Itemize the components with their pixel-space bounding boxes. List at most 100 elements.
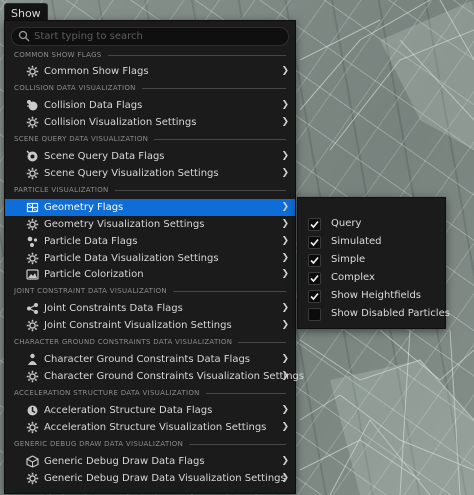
section-header: ACCELERATION STRUCTURE DATA VISUALIZATIO…	[14, 388, 286, 399]
section-header: CHARACTER GROUND CONSTRAINTS DATA VISUAL…	[14, 337, 286, 348]
menu-item[interactable]: Acceleration Structure Data Flags ❯	[5, 402, 295, 419]
section-divider	[206, 393, 286, 394]
submenu-arrow-icon: ❯	[281, 100, 289, 110]
menu-item[interactable]: Particle Colorization ❯	[5, 266, 295, 283]
gear-icon	[26, 167, 39, 180]
submenu-arrow-icon: ❯	[281, 66, 289, 76]
checkbox-label: Query	[331, 218, 362, 229]
checkmark-icon	[310, 238, 319, 247]
menu-item-label: Generic Debug Draw Data Flags	[44, 456, 205, 467]
submenu-arrow-icon: ❯	[281, 473, 289, 483]
checkbox-label: Complex	[331, 272, 375, 283]
section-header: COMMON SHOW FLAGS	[14, 50, 286, 61]
character-icon	[26, 353, 39, 366]
section-header-label: COLLISION DATA VISUALIZATION	[14, 84, 136, 92]
menu-item[interactable]: Geometry Flags ❯	[5, 199, 295, 216]
checkbox-option[interactable]: Complex	[298, 269, 445, 287]
section-divider	[173, 291, 286, 292]
joint-icon	[26, 302, 39, 315]
submenu-arrow-icon: ❯	[281, 405, 289, 415]
search-box[interactable]	[11, 27, 289, 46]
section-header: GENERIC DEBUG DRAW DATA VISUALIZATION	[14, 439, 286, 450]
menu-item[interactable]: Joint Constraint Visualization Settings ❯	[5, 317, 295, 334]
geometry-icon	[26, 201, 39, 214]
gear-icon	[26, 421, 39, 434]
menu-item-label: Particle Colorization	[44, 269, 144, 280]
menu-item[interactable]: Generic Debug Draw Data Flags ❯	[5, 453, 295, 470]
colorization-icon	[26, 268, 39, 281]
show-menu: COMMON SHOW FLAGS Common Show Flags ❯ COLLI…	[4, 20, 304, 494]
checkbox-checked[interactable]	[308, 290, 321, 303]
section-divider	[154, 139, 286, 140]
menu-item[interactable]: Scene Query Visualization Settings ❯	[5, 165, 295, 182]
menu-item-label: Acceleration Structure Data Flags	[44, 405, 213, 416]
checkbox-checked[interactable]	[308, 236, 321, 249]
menu-item[interactable]: Geometry Visualization Settings ❯	[5, 216, 295, 233]
submenu-arrow-icon: ❯	[281, 117, 289, 127]
checkbox-label: Show Disabled Particles	[331, 308, 450, 319]
acceleration-icon	[26, 404, 39, 417]
section-header-label: PARTICLE VISUALIZATION	[14, 186, 109, 194]
debug-draw-icon	[26, 455, 39, 468]
menu-item-label: Geometry Flags	[44, 202, 124, 213]
checkbox-unchecked[interactable]	[308, 308, 321, 321]
submenu-arrow-icon: ❯	[281, 236, 289, 246]
submenu-arrow-icon: ❯	[281, 219, 289, 229]
section-divider	[189, 444, 286, 445]
section-header: JOINT CONSTRAINT DATA VISUALIZATION	[14, 286, 286, 297]
menu-item[interactable]: Acceleration Structure Visualization Set…	[5, 419, 295, 436]
section-header-label: JOINT CONSTRAINT DATA VISUALIZATION	[14, 287, 167, 295]
menu-item-label: Collision Data Flags	[44, 100, 143, 111]
menu-item-label: Common Show Flags	[44, 66, 149, 77]
menu-item[interactable]: Character Ground Constraints Visualizati…	[5, 368, 304, 385]
submenu-arrow-icon: ❯	[281, 320, 289, 330]
scene-query-icon	[26, 150, 39, 163]
collision-icon	[26, 99, 39, 112]
menu-item-label: Generic Debug Draw Data Visualization Se…	[44, 473, 286, 484]
section-header: COLLISION DATA VISUALIZATION	[14, 83, 286, 94]
menu-item[interactable]: Particle Data Flags ❯	[5, 233, 295, 250]
submenu-arrow-icon: ❯	[281, 168, 289, 178]
checkbox-option[interactable]: Simple	[298, 251, 445, 269]
menu-item-label: Joint Constraint Visualization Settings	[44, 320, 232, 331]
checkmark-icon	[310, 220, 319, 229]
checkbox-option[interactable]: Show Disabled Particles	[298, 305, 450, 323]
submenu-arrow-icon: ❯	[281, 456, 289, 466]
gear-icon	[26, 218, 39, 231]
section-header-label: COMMON SHOW FLAGS	[14, 51, 102, 59]
checkbox-checked[interactable]	[308, 218, 321, 231]
submenu-arrow-icon: ❯	[281, 253, 289, 263]
menu-item-label: Acceleration Structure Visualization Set…	[44, 422, 267, 433]
menu-item[interactable]: Collision Visualization Settings ❯	[5, 114, 295, 131]
submenu-arrow-icon: ❯	[281, 422, 289, 432]
menu-item-label: Particle Data Visualization Settings	[44, 253, 219, 264]
checkbox-checked[interactable]	[308, 254, 321, 267]
checkbox-option[interactable]: Show Heightfields	[298, 287, 445, 305]
menu-item-label: Collision Visualization Settings	[44, 117, 197, 128]
gear-icon	[26, 472, 39, 485]
submenu-arrow-icon: ❯	[281, 354, 289, 364]
gear-icon	[26, 319, 39, 332]
gear-icon	[26, 370, 39, 383]
checkbox-label: Show Heightfields	[331, 290, 422, 301]
menu-item-label: Particle Data Flags	[44, 236, 138, 247]
submenu-arrow-icon: ❯	[281, 303, 289, 313]
checkbox-checked[interactable]	[308, 272, 321, 285]
menu-item[interactable]: Common Show Flags ❯	[5, 63, 295, 80]
section-header-label: GENERIC DEBUG DRAW DATA VISUALIZATION	[14, 440, 184, 448]
search-icon	[18, 30, 30, 42]
menu-item-label: Joint Constraints Data Flags	[44, 303, 183, 314]
menu-item[interactable]: Generic Debug Draw Data Visualization Se…	[5, 470, 295, 487]
checkbox-option[interactable]: Simulated	[298, 233, 445, 251]
menu-item[interactable]: Scene Query Data Flags ❯	[5, 148, 295, 165]
search-input[interactable]	[34, 28, 282, 45]
section-header: PARTICLE VISUALIZATION	[14, 185, 286, 196]
menu-item[interactable]: Character Ground Constraints Data Flags ❯	[5, 351, 295, 368]
menu-item[interactable]: Particle Data Visualization Settings ❯	[5, 250, 295, 267]
checkbox-option[interactable]: Query	[298, 215, 445, 233]
section-divider	[115, 190, 286, 191]
menu-item[interactable]: Joint Constraints Data Flags ❯	[5, 300, 295, 317]
menu-item[interactable]: Collision Data Flags ❯	[5, 97, 295, 114]
checkbox-label: Simple	[331, 254, 366, 265]
menu-item-label: Scene Query Visualization Settings	[44, 168, 219, 179]
